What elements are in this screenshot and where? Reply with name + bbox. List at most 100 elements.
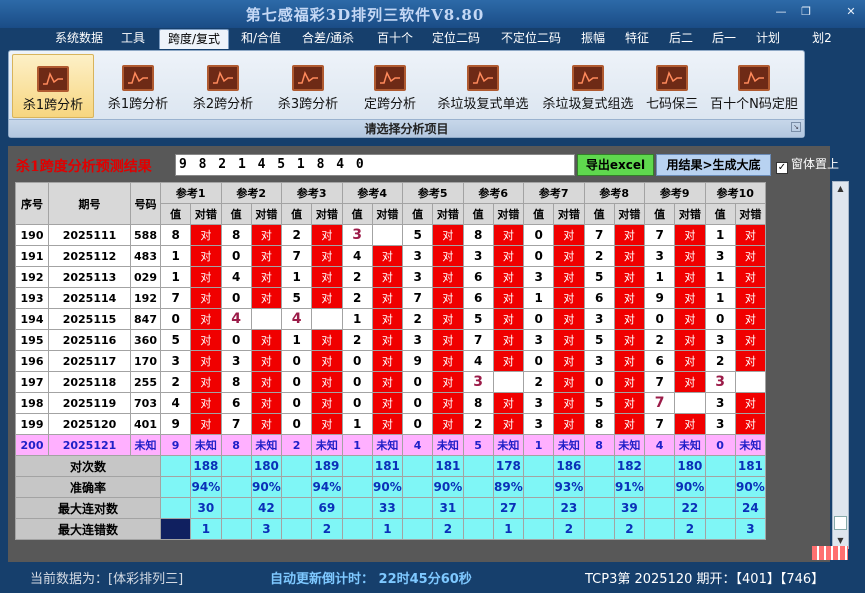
ribbon-junk-compound-group[interactable]: 杀垃圾复式组选 [538,54,638,118]
stats-spacer [522,455,555,477]
table-row[interactable]: 193 2025114 192 7 对 0 对 5 对 2 对 7 对 6 对 1 对 6 对 9 对 1 对 [15,287,767,309]
chart-icon [207,65,239,91]
chart-icon [37,66,69,92]
header-ref: 参考4 [341,182,403,204]
ref-hit: 对 [553,308,585,330]
row-period: 2025118 [48,371,131,393]
table-row[interactable]: 197 2025118 255 2 对 8 对 0 对 0 对 0 对 3 2 对 0 对 7 对 3 [15,371,767,393]
close-button[interactable]: ✕ [842,4,860,20]
menu-plan[interactable]: 计划 [751,29,785,49]
table-row[interactable]: 196 2025117 170 3 对 3 对 0 对 0 对 9 对 4 对 0 对 3 对 6 对 2 对 [15,350,767,372]
ribbon-button-label: 定跨分析 [363,97,416,112]
header-value: 值 [704,203,736,225]
stats-label: 最大连对数 [15,497,161,519]
menu-sum[interactable]: 和/合值 [237,29,285,49]
scrollbar-thumb[interactable] [834,516,847,530]
menu-diff-kill[interactable]: 合差/通杀 [296,29,360,49]
menu-position-two[interactable]: 定位二码 [427,29,485,49]
ref-hit: 对 [190,308,222,330]
ref-hit: 对 [190,245,222,267]
result-field[interactable]: 9 8 2 1 4 5 1 8 4 0 [175,154,575,176]
app-title: 第七感福彩3D排列三软件V8.80 [245,6,485,24]
predicted-value: 8 [583,434,615,456]
stats-spacer [704,476,736,498]
header-judge: 对错 [432,203,464,225]
scroll-up-icon[interactable]: ▲ [833,182,848,196]
stats-spacer [704,497,736,519]
ref-value: 0 [522,245,555,267]
ref-miss [492,371,525,393]
stats-value: 89% [492,476,525,498]
window-topmost-checkbox[interactable]: ✓ 窗体置上 [776,155,839,175]
menu-last-one[interactable]: 后一 [707,29,741,49]
table-row[interactable]: 190 2025111 588 8 对 8 对 2 对 3 5 对 8 对 0 对 7 对 7 对 1 对 [15,224,767,246]
ribbon-fixed-span[interactable]: 定跨分析 [352,54,428,118]
ref-value: 4 [341,245,373,267]
header-ref: 参考9 [644,182,706,204]
stats-spacer [280,476,313,498]
ref-hit: 对 [250,329,283,351]
ref-value: 8 [583,413,615,435]
stats-value: 182 [613,455,646,477]
ref-value: 7 [643,371,676,393]
table-row[interactable]: 191 2025112 483 1 对 0 对 7 对 4 对 3 对 3 对 0 对 2 对 3 对 3 对 [15,245,767,267]
menu-span-compound[interactable]: 跨度/复式 [159,29,229,49]
ref-hit: 对 [371,350,404,372]
unknown-result: 未知 [432,434,464,456]
ref-hit: 对 [432,371,464,393]
ribbon-kill3-span[interactable]: 杀3跨分析 [267,54,349,118]
ribbon: 杀1跨分析 杀1跨分析 杀2跨分析 杀3跨分析 定跨分析 杀垃圾复式单选 杀垃圾… [8,50,805,138]
generate-base-button[interactable]: 用结果>生成大底 [656,154,771,176]
ribbon-junk-compound-single[interactable]: 杀垃圾复式单选 [430,54,536,118]
menu-plan-2[interactable]: 划2 [808,29,836,49]
stats-value: 24 [734,497,767,519]
menu-system-data[interactable]: 系统数据 [50,29,108,49]
analysis-title: 杀1跨度分析预测结果 [16,159,152,175]
ref-hit: 对 [613,308,646,330]
ribbon-position-n-code[interactable]: 百十个N码定胆 [706,54,802,118]
ref-hit: 对 [432,392,464,414]
ref-hit: 对 [432,224,464,246]
ref-value: 4 [280,308,313,330]
ref-value: 7 [643,392,676,414]
ref-value: 1 [643,266,676,288]
ref-hit: 对 [674,329,706,351]
vertical-scrollbar[interactable]: ▲ ▼ [832,181,849,549]
ribbon-seven-code-keep-three[interactable]: 七码保三 [640,54,704,118]
unknown-result: 未知 [311,434,343,456]
ref-value: 3 [159,350,192,372]
stats-spacer [462,518,494,540]
ref-hit: 对 [734,245,767,267]
table-row[interactable]: 195 2025116 360 5 对 0 对 1 对 2 对 3 对 7 对 3 对 5 对 2 对 3 对 [15,329,767,351]
menu-feature[interactable]: 特征 [620,29,654,49]
header-ref: 参考1 [160,182,222,204]
dialog-launcher-icon[interactable]: ↘ [791,122,801,132]
ribbon-kill2-span[interactable]: 杀2跨分析 [182,54,264,118]
unknown-result: 未知 [250,434,283,456]
menu-amplitude[interactable]: 振幅 [576,29,610,49]
ribbon-button-label: 杀1跨分析 [22,98,84,113]
menu-tools[interactable]: 工具 [116,29,150,49]
ref-value: 8 [220,224,252,246]
ref-value: 0 [280,350,313,372]
header-judge: 对错 [734,203,767,225]
export-excel-button[interactable]: 导出excel [577,154,654,176]
table-row[interactable]: 192 2025113 029 1 对 4 对 1 对 2 对 3 对 6 对 3 对 5 对 1 对 1 对 [15,266,767,288]
table-row[interactable]: 199 2025120 401 9 对 7 对 0 对 1 对 0 对 2 对 3 对 8 对 7 对 3 对 [15,413,767,435]
prediction-row[interactable]: 200 2025121 未知 9 未知 8 未知 2 未知 1 未知 4 未知 5 未知 1 未知 8 未知 4 未知 0… [15,434,767,456]
ref-value: 3 [704,371,736,393]
update-countdown: 自动更新倒计时： 22时45分60秒 [270,572,472,587]
ref-value: 1 [522,287,555,309]
ref-value: 7 [583,224,615,246]
table-row[interactable]: 198 2025119 703 4 对 6 对 0 对 0 对 0 对 8 对 3 对 5 对 7 3 对 [15,392,767,414]
menu-nonposition-two[interactable]: 不定位二码 [496,29,566,49]
menu-last-two[interactable]: 后二 [664,29,698,49]
minimize-button[interactable]: — [772,4,790,20]
table-row[interactable]: 194 2025115 847 0 对 4 4 1 对 2 对 5 对 0 对 3 对 0 对 0 对 [15,308,767,330]
ribbon-kill1-span-selected[interactable]: 杀1跨分析 [12,54,94,118]
ribbon-kill1-span[interactable]: 杀1跨分析 [97,54,179,118]
ref-value: 6 [643,350,676,372]
menu-hundreds-tens-units[interactable]: 百十个 [372,29,418,49]
maximize-button[interactable]: ❐ [797,4,815,20]
chart-icon [467,65,499,91]
